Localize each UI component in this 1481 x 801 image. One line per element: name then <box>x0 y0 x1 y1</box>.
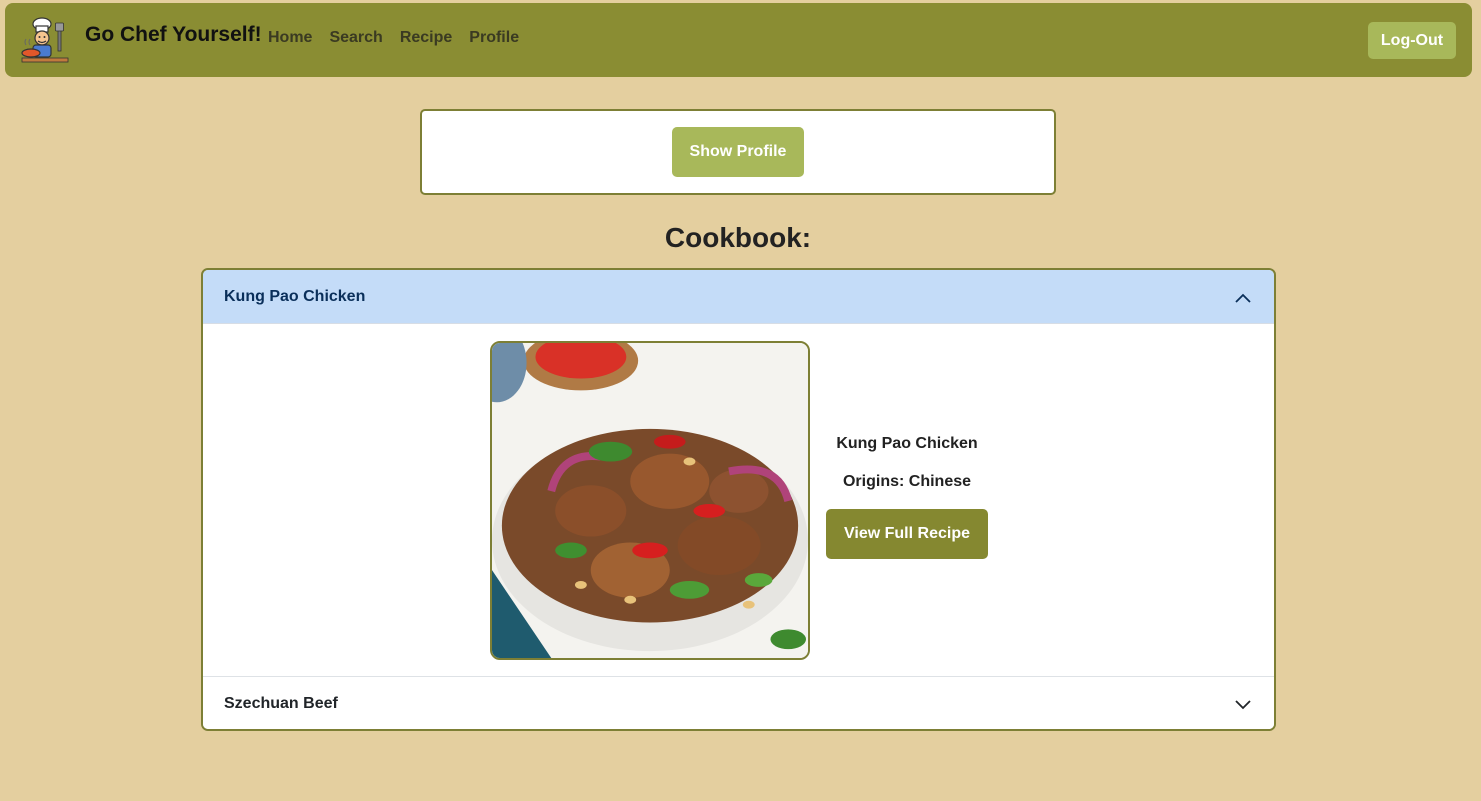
accordion-header-kung-pao-chicken[interactable]: Kung Pao Chicken <box>203 270 1274 324</box>
accordion-header-label: Kung Pao Chicken <box>224 287 366 305</box>
recipe-origin: Origins: Chinese <box>842 473 972 490</box>
accordion-header-szechuan-beef[interactable]: Szechuan Beef <box>203 676 1274 729</box>
nav-link-recipe[interactable]: Recipe <box>400 29 452 47</box>
logout-button[interactable]: Log-Out <box>1368 22 1456 59</box>
accordion-body: Kung Pao Chicken Origins: Chinese View F… <box>203 324 1274 676</box>
brand-title[interactable]: Go Chef Yourself! <box>85 23 262 47</box>
chef-cooking-icon[interactable] <box>20 15 70 65</box>
profile-card: Show Profile <box>420 109 1056 195</box>
nav-link-home[interactable]: Home <box>268 29 312 47</box>
recipe-image <box>490 341 810 660</box>
nav-links: Home Search Recipe Profile <box>268 29 519 47</box>
chevron-up-icon <box>1235 293 1251 303</box>
nav-link-search[interactable]: Search <box>329 29 382 47</box>
navbar: Go Chef Yourself! Home Search Recipe Pro… <box>5 3 1472 77</box>
view-full-recipe-button[interactable]: View Full Recipe <box>826 509 988 559</box>
cookbook-heading: Cookbook: <box>664 222 812 253</box>
recipe-name: Kung Pao Chicken <box>836 435 978 452</box>
chevron-down-icon <box>1235 700 1251 710</box>
nav-link-profile[interactable]: Profile <box>469 29 519 47</box>
recipe-info: Kung Pao Chicken Origins: Chinese View F… <box>825 424 989 559</box>
accordion-header-label: Szechuan Beef <box>224 694 338 712</box>
cookbook-accordion: Kung Pao Chicken Kung Pao Chicken Origin… <box>201 268 1276 731</box>
show-profile-button[interactable]: Show Profile <box>672 127 804 177</box>
kung-pao-chicken-photo <box>492 343 808 658</box>
